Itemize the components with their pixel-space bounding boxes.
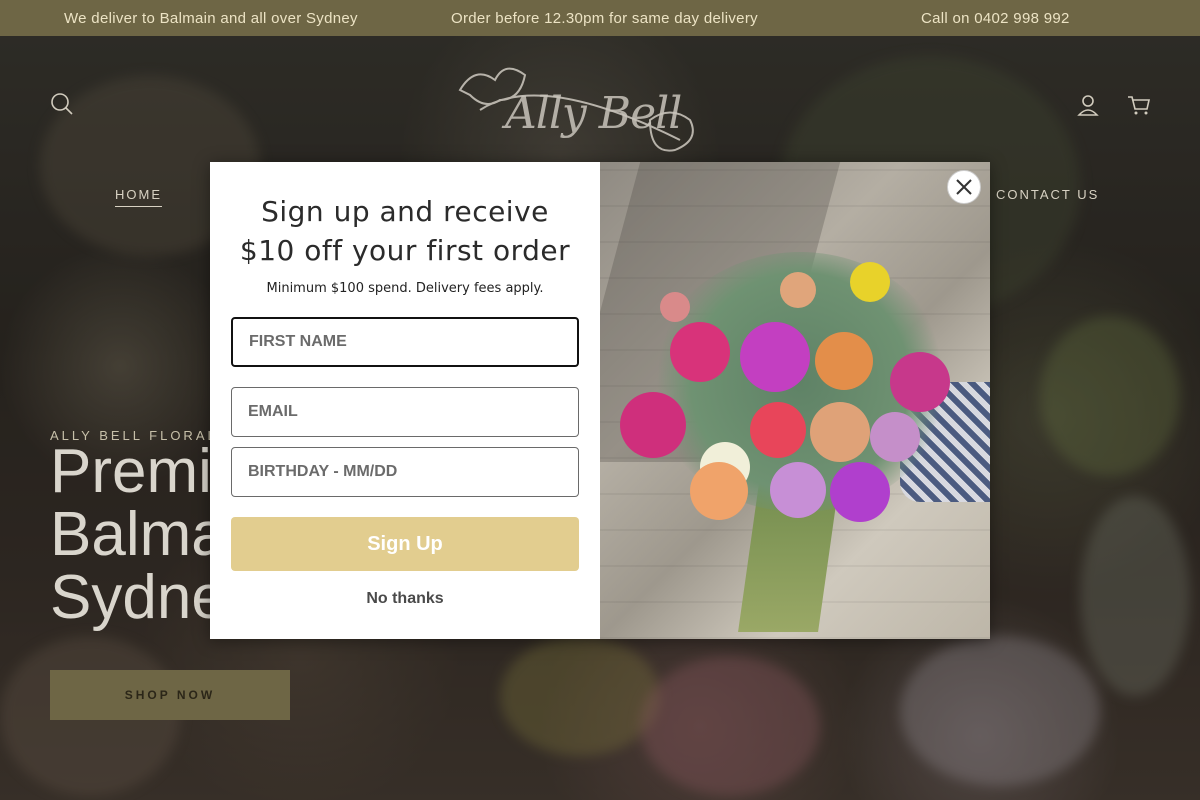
cart-icon[interactable] (1125, 91, 1153, 119)
search-icon[interactable] (48, 90, 76, 118)
bouquet-photo (600, 162, 990, 639)
signup-form-panel: Sign up and receive $10 off your first o… (210, 162, 600, 639)
hero-headline: Premi Balma Sydne (50, 440, 226, 629)
nav-contact-us[interactable]: CONTACT US (996, 187, 1099, 202)
birthday-field[interactable] (231, 447, 579, 497)
hero-headline-line2: Balma (50, 500, 226, 569)
hero-headline-line3: Sydne (50, 563, 226, 632)
first-name-field[interactable] (231, 317, 579, 367)
announcement-same-day: Order before 12.30pm for same day delive… (451, 10, 758, 27)
nav-home[interactable]: HOME (115, 187, 162, 207)
signup-button[interactable]: Sign Up (231, 517, 579, 571)
logo-text: Ally Bell (505, 88, 682, 139)
modal-title-line2: $10 off your first order (239, 234, 571, 267)
modal-title-line1: Sign up and receive (261, 195, 549, 228)
close-button[interactable] (947, 170, 981, 204)
announcement-delivery-area: We deliver to Balmain and all over Sydne… (64, 10, 358, 27)
shop-now-button[interactable]: SHOP NOW (50, 670, 290, 720)
modal-title: Sign up and receive $10 off your first o… (210, 192, 600, 270)
signup-modal: Sign up and receive $10 off your first o… (210, 162, 990, 639)
announcement-phone[interactable]: Call on 0402 998 992 (921, 10, 1070, 27)
close-icon[interactable] (955, 178, 973, 196)
account-icon[interactable] (1074, 91, 1102, 119)
announcement-bar: We deliver to Balmain and all over Sydne… (0, 0, 1200, 36)
email-field[interactable] (231, 387, 579, 437)
no-thanks-link[interactable]: No thanks (210, 590, 600, 608)
modal-subtitle: Minimum $100 spend. Delivery fees apply. (266, 281, 544, 296)
hero-headline-line1: Premi (50, 437, 212, 506)
